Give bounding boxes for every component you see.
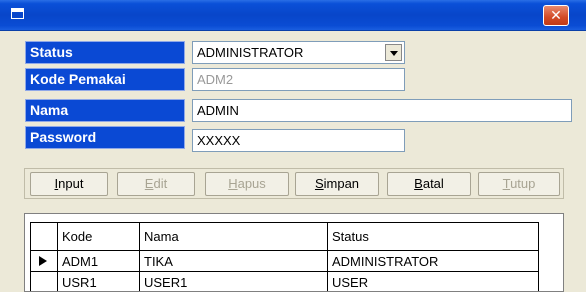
table-row[interactable]: USR1 USER1 USER — [30, 271, 539, 291]
table-row[interactable]: ADM1 TIKA ADMINISTRATOR — [30, 250, 539, 272]
hapus-button[interactable]: Hapus — [205, 172, 289, 196]
column-header-kode[interactable]: Kode — [57, 222, 140, 251]
cell-kode[interactable]: USR1 — [57, 271, 140, 291]
title-bar: ✕ — [0, 0, 586, 31]
cell-status[interactable]: ADMINISTRATOR — [327, 250, 539, 272]
close-button[interactable]: ✕ — [543, 5, 569, 26]
row-selector[interactable] — [30, 271, 58, 291]
user-table: Kode Nama Status ADM1 TIKA ADMINISTRATOR… — [30, 222, 539, 291]
window-icon — [11, 8, 24, 19]
row-selector-header — [30, 222, 58, 251]
kode-pemakai-label: Kode Pemakai — [25, 68, 185, 91]
status-value: ADMINISTRATOR — [197, 45, 304, 60]
cell-kode[interactable]: ADM1 — [57, 250, 140, 272]
grid-header-row: Kode Nama Status — [30, 222, 539, 251]
nama-value: ADMIN — [197, 103, 239, 118]
status-combobox[interactable]: ADMINISTRATOR — [192, 41, 405, 64]
batal-button[interactable]: Batal — [387, 172, 471, 196]
row-selector[interactable] — [30, 250, 58, 272]
simpan-button[interactable]: Simpan — [295, 172, 379, 196]
current-row-arrow-icon — [39, 256, 47, 266]
edit-button[interactable]: Edit — [117, 172, 195, 196]
cell-status[interactable]: USER — [327, 271, 539, 291]
user-grid[interactable]: Kode Nama Status ADM1 TIKA ADMINISTRATOR… — [24, 213, 564, 292]
column-header-status[interactable]: Status — [327, 222, 539, 251]
status-label: Status — [25, 41, 185, 64]
nama-field[interactable]: ADMIN — [192, 99, 572, 122]
input-button[interactable]: Input — [30, 172, 108, 196]
kode-pemakai-value: ADM2 — [197, 72, 234, 87]
cell-nama[interactable]: USER1 — [139, 271, 328, 291]
kode-pemakai-field: ADM2 — [192, 68, 405, 91]
password-value: XXXXX — [197, 133, 241, 148]
chevron-down-icon[interactable] — [385, 44, 402, 61]
nama-label: Nama — [25, 99, 185, 122]
tutup-button[interactable]: Tutup — [478, 172, 560, 196]
cell-nama[interactable]: TIKA — [139, 250, 328, 272]
column-header-nama[interactable]: Nama — [139, 222, 328, 251]
password-label: Password — [25, 126, 185, 149]
password-field[interactable]: XXXXX — [192, 129, 405, 152]
